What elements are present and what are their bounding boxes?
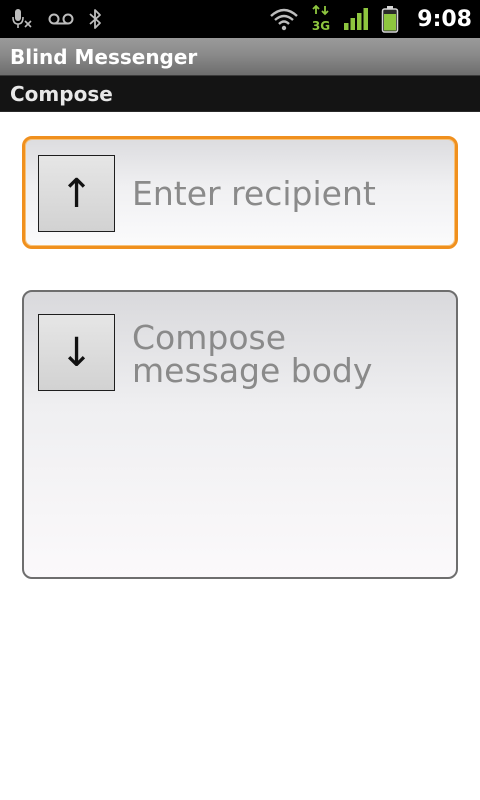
- bluetooth-icon: [88, 7, 102, 31]
- up-arrow-button[interactable]: ↑: [38, 155, 115, 232]
- signal-icon: [343, 7, 369, 31]
- app-title-bar: Blind Messenger: [0, 38, 480, 76]
- section-header: Compose: [0, 76, 480, 112]
- battery-icon: [381, 5, 399, 33]
- app-title: Blind Messenger: [10, 45, 198, 69]
- voicemail-icon: [48, 12, 74, 26]
- message-body-placeholder: Compose message body: [132, 318, 373, 390]
- notification-icons: [10, 0, 102, 38]
- clock: 9:08: [417, 6, 472, 32]
- mic-muted-icon: [10, 7, 34, 31]
- status-bar: 3G 9:08: [0, 0, 480, 38]
- message-body-field[interactable]: ↓ Compose message body: [22, 290, 458, 579]
- down-arrow-icon: ↓: [59, 329, 94, 376]
- recipient-field[interactable]: ↑ Enter recipient: [22, 136, 458, 249]
- up-arrow-icon: ↑: [59, 170, 94, 217]
- recipient-placeholder: Enter recipient: [132, 174, 376, 213]
- network-type-label: 3G: [312, 19, 330, 33]
- down-arrow-button[interactable]: ↓: [38, 314, 115, 391]
- wifi-icon: [269, 7, 299, 31]
- system-icons: 3G 9:08: [269, 0, 472, 38]
- section-title: Compose: [10, 82, 113, 106]
- 3g-data-icon: 3G: [311, 5, 331, 33]
